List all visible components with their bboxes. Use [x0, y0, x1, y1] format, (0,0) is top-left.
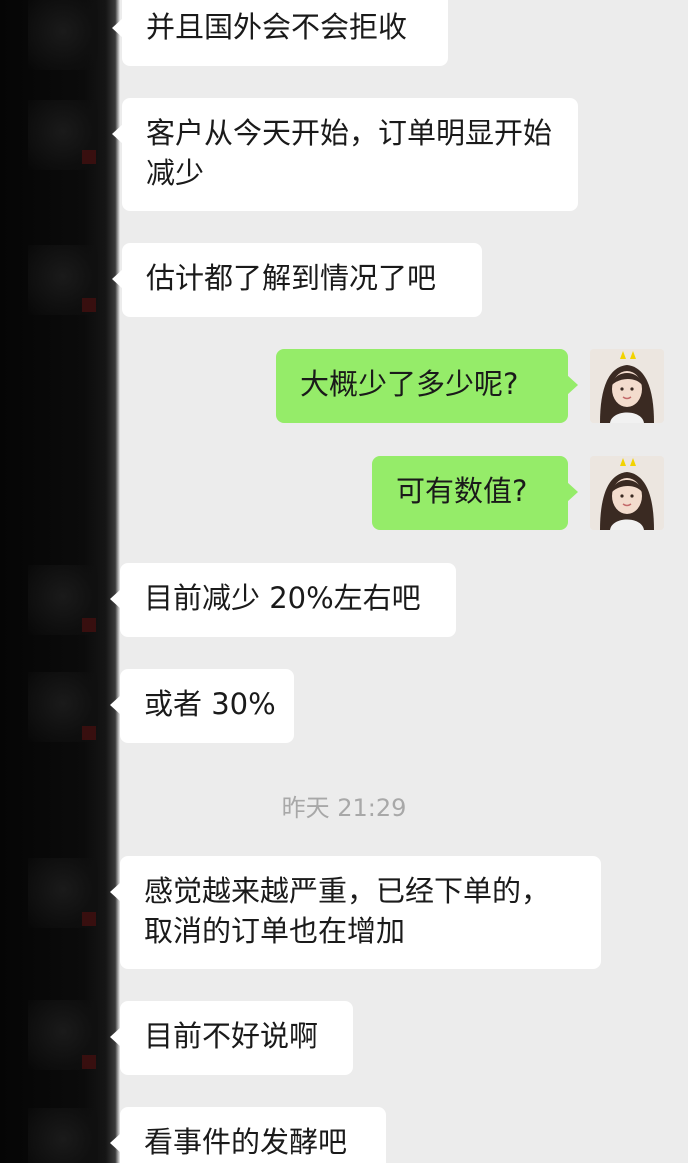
- message-bubble-outgoing[interactable]: 大概少了多少呢?: [276, 349, 578, 423]
- message-bubble-outgoing[interactable]: 可有数值?: [372, 456, 578, 530]
- redacted-mark: [82, 298, 96, 312]
- chat-window: 并且国外会不会拒收 客户从今天开始，订单明显开始减少 估计都了解到情况了吧 大概…: [0, 0, 688, 1163]
- message-bubble-incoming[interactable]: 目前减少 20%左右吧: [110, 563, 456, 637]
- message-text: 目前减少 20%左右吧: [144, 581, 421, 615]
- user-avatar-icon: [590, 349, 664, 423]
- redacted-mark: [82, 726, 96, 740]
- redacted-mark: [82, 1055, 96, 1069]
- message-text: 看事件的发酵吧: [144, 1125, 348, 1159]
- message-bubble-incoming[interactable]: 感觉越来越严重，已经下单的，取消的订单也在增加: [110, 856, 601, 969]
- redacted-mark: [82, 618, 96, 632]
- message-text: 感觉越来越严重，已经下单的，取消的订单也在增加: [144, 874, 551, 948]
- message-bubble-incoming[interactable]: 看事件的发酵吧: [110, 1107, 386, 1163]
- message-text: 并且国外会不会拒收: [146, 10, 408, 44]
- message-text: 可有数值?: [396, 474, 528, 508]
- message-bubble-incoming[interactable]: 估计都了解到情况了吧: [112, 243, 482, 317]
- redacted-mark: [82, 150, 96, 164]
- message-bubble-incoming[interactable]: 目前不好说啊: [110, 1001, 353, 1075]
- message-bubble-incoming[interactable]: 客户从今天开始，订单明显开始减少: [112, 98, 578, 211]
- message-text: 目前不好说啊: [144, 1019, 319, 1053]
- redacted-mark: [82, 912, 96, 926]
- user-avatar-icon: [590, 456, 664, 530]
- redacted-avatar: [28, 1108, 98, 1163]
- user-avatar-icon[interactable]: [590, 456, 664, 530]
- message-timestamp: 昨天 21:29: [281, 794, 407, 822]
- message-text: 估计都了解到情况了吧: [146, 261, 437, 295]
- message-bubble-incoming[interactable]: 或者 30%: [110, 669, 294, 743]
- message-bubble-incoming[interactable]: 并且国外会不会拒收: [112, 0, 448, 66]
- message-text: 或者 30%: [144, 687, 276, 721]
- message-text: 客户从今天开始，订单明显开始减少: [146, 116, 553, 190]
- redacted-avatar: [28, 0, 98, 70]
- user-avatar-icon[interactable]: [590, 349, 664, 423]
- redacted-contact-avatars: [0, 0, 120, 1163]
- message-text: 大概少了多少呢?: [300, 367, 519, 401]
